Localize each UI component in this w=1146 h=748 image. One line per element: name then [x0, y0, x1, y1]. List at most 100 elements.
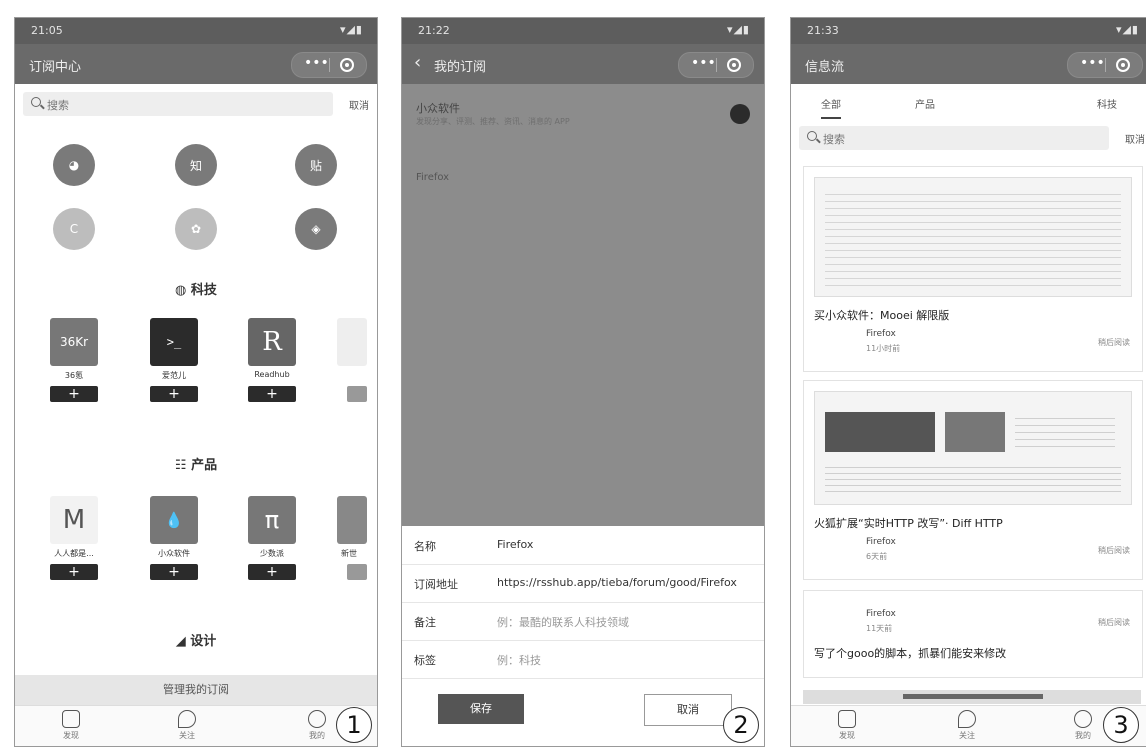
save-button[interactable]: 保存	[438, 694, 524, 724]
search-cancel-button[interactable]: 取消	[1125, 131, 1145, 146]
app-tile[interactable]: >_ 爱范儿 +	[139, 318, 209, 402]
feed-card[interactable]: 火狐扩展“实时HTTP 改写”· Diff HTTP Firefox 6天前 稍…	[803, 380, 1143, 580]
tab-discover[interactable]: 发现	[817, 710, 877, 741]
user-icon	[308, 710, 326, 728]
search-icon	[807, 131, 817, 141]
more-icon[interactable]: •••	[304, 55, 329, 71]
subscription-subtitle: 发现分享、评测、推荐、资讯、消息的 APP	[416, 117, 570, 126]
nav-bar: 订阅中心 •••	[15, 44, 377, 84]
tab-bar: 发现 关注 我的	[15, 705, 377, 746]
tab-tech[interactable]: 科技	[1097, 96, 1117, 111]
subscription-logo-icon	[730, 104, 750, 124]
search-cancel-button[interactable]: 取消	[349, 97, 369, 112]
app-tile[interactable]: 💧 小众软件 +	[139, 496, 209, 580]
source-circle-icon[interactable]: ◈	[295, 208, 337, 250]
add-subscription-button[interactable]: +	[150, 564, 198, 580]
status-time: 21:33	[807, 24, 839, 37]
status-icons: ▾◢▮	[726, 23, 750, 36]
app-icon: M	[50, 496, 98, 544]
status-time: 21:05	[31, 24, 63, 37]
form-row-desc: 备注 例：最酷的联系人科技领域	[402, 602, 764, 641]
add-subscription-button[interactable]: +	[50, 564, 98, 580]
edit-subscription-form: 名称 Firefox 订阅地址 https://rsshub.app/tieba…	[402, 526, 764, 746]
source-circle-icon[interactable]: ✿	[175, 208, 217, 250]
tab-bar: 发现 关注 我的	[791, 705, 1146, 746]
article-title[interactable]: 火狐扩展“实时HTTP 改写”· Diff HTTP	[814, 515, 1003, 531]
url-field[interactable]: https://rsshub.app/tieba/forum/good/Fire…	[497, 576, 757, 589]
source-circle-icon[interactable]: 知	[175, 144, 217, 186]
source-circle-icon[interactable]: ◕	[53, 144, 95, 186]
search-placeholder: 搜索	[823, 133, 845, 146]
name-field[interactable]: Firefox	[497, 538, 757, 551]
page-title: 订阅中心	[29, 60, 82, 75]
tab-all[interactable]: 全部	[821, 96, 841, 119]
cancel-button[interactable]: 取消	[644, 694, 732, 726]
app-tile-partial[interactable]: 新世	[337, 496, 377, 580]
search-icon	[31, 97, 41, 107]
read-later-button[interactable]: 稍后阅读	[1098, 617, 1130, 628]
add-subscription-button[interactable]: +	[248, 564, 296, 580]
add-subscription-button[interactable]	[347, 386, 367, 402]
article-title[interactable]: 买小众软件：Mooei 解限版	[814, 307, 949, 323]
app-tile[interactable]: 36Kr 36氪 +	[39, 318, 109, 402]
mini-program-capsule[interactable]: •••	[291, 52, 367, 78]
tag-field[interactable]: 例：科技	[497, 652, 757, 668]
status-bar: 21:33 ▾◢▮	[791, 18, 1146, 44]
app-tile-partial[interactable]	[337, 318, 377, 402]
pin-icon	[958, 710, 976, 728]
product-icon: ☷	[174, 458, 192, 473]
article-time: 6天前	[866, 552, 888, 561]
search-input[interactable]: 搜索	[799, 126, 1109, 150]
subscription-title[interactable]: 小众软件	[416, 100, 460, 116]
close-target-icon[interactable]	[340, 58, 354, 72]
section-heading-product: ☷ 产品	[174, 458, 218, 473]
article-title[interactable]: 写了个gooo的脚本，抓暴们能安来修改	[814, 645, 1006, 661]
more-icon[interactable]: •••	[1080, 55, 1105, 71]
subscription-list-overlay: 小众软件 发现分享、评测、推荐、资讯、消息的 APP Firefox	[402, 84, 764, 526]
app-tile[interactable]: M 人人都是... +	[39, 496, 109, 580]
search-row: 搜索 取消	[15, 88, 377, 120]
source-circle-icon[interactable]: C	[53, 208, 95, 250]
mini-program-capsule[interactable]: •••	[1067, 52, 1143, 78]
field-label: 备注	[414, 616, 436, 629]
desc-field[interactable]: 例：最酷的联系人科技领域	[497, 614, 757, 630]
add-subscription-button[interactable]: +	[248, 386, 296, 402]
read-later-button[interactable]: 稍后阅读	[1098, 337, 1130, 348]
feed-card-partial	[803, 690, 1141, 704]
tab-product[interactable]: 产品	[915, 96, 935, 111]
add-subscription-button[interactable]	[347, 564, 367, 580]
field-label: 标签	[414, 654, 436, 667]
app-name: 小众软件	[158, 549, 190, 558]
back-icon[interactable]: ‹	[414, 52, 421, 73]
add-subscription-button[interactable]: +	[50, 386, 98, 402]
mini-program-capsule[interactable]: •••	[678, 52, 754, 78]
close-target-icon[interactable]	[1116, 58, 1130, 72]
add-subscription-button[interactable]: +	[150, 386, 198, 402]
feed-card[interactable]: Firefox 11天前 稍后阅读 写了个gooo的脚本，抓暴们能安来修改	[803, 590, 1143, 678]
app-tile[interactable]: π 少数派 +	[237, 496, 307, 580]
app-name: Readhub	[254, 370, 290, 379]
pin-icon	[178, 710, 196, 728]
tab-discover[interactable]: 发现	[41, 710, 101, 741]
manage-subscriptions-button[interactable]: 管理我的订阅	[15, 675, 377, 705]
field-label: 名称	[414, 540, 436, 553]
app-tile[interactable]: R Readhub +	[237, 318, 307, 402]
tab-follow[interactable]: 关注	[157, 710, 217, 741]
search-row: 搜索 取消	[791, 122, 1146, 154]
read-later-button[interactable]: 稍后阅读	[1098, 545, 1130, 556]
step-number-badge: 3	[1103, 707, 1139, 743]
status-bar: 21:22 ▾◢▮	[402, 18, 764, 44]
app-name: 新世	[341, 549, 357, 558]
tab-follow[interactable]: 关注	[937, 710, 997, 741]
field-label: 订阅地址	[414, 578, 458, 591]
close-target-icon[interactable]	[727, 58, 741, 72]
subscription-title[interactable]: Firefox	[416, 172, 449, 183]
app-name: 少数派	[260, 549, 284, 558]
more-icon[interactable]: •••	[691, 55, 716, 71]
search-input[interactable]: 搜索	[23, 92, 333, 116]
section-heading-tech: ◍ 科技	[175, 283, 217, 298]
source-circle-icon[interactable]: 贴	[295, 144, 337, 186]
step-number-badge: 1	[336, 707, 372, 743]
feed-card[interactable]: 买小众软件：Mooei 解限版 Firefox 11小时前 稍后阅读	[803, 166, 1143, 372]
search-placeholder: 搜索	[47, 99, 69, 112]
